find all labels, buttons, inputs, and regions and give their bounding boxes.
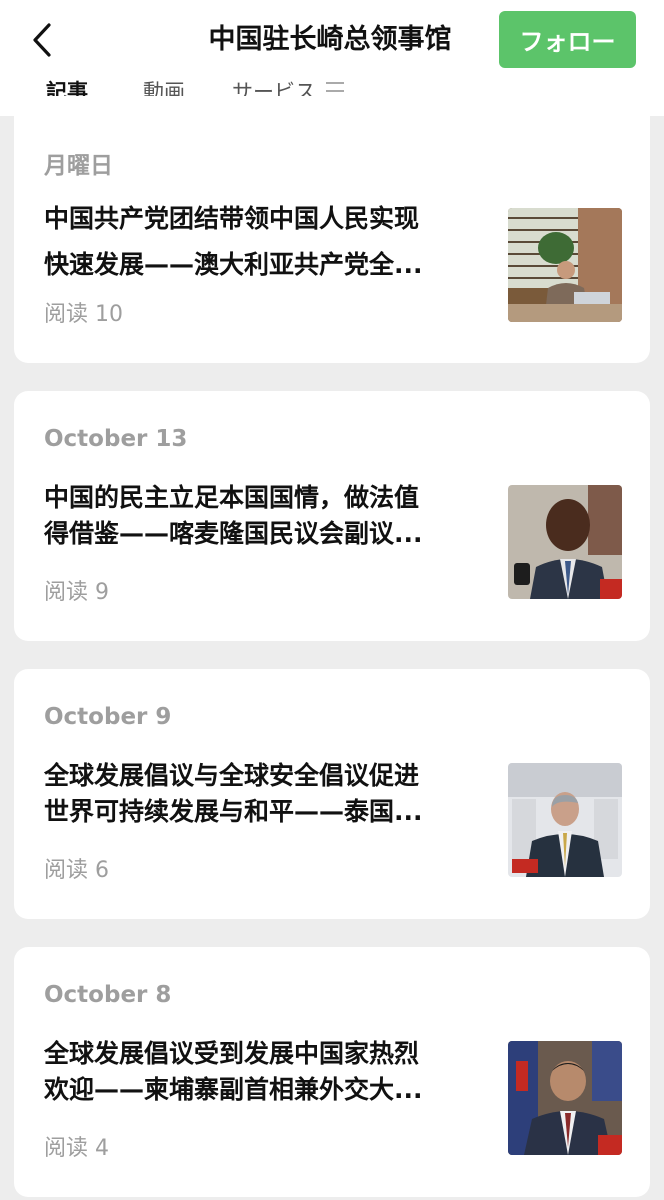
article-title-line: 得借鉴——喀麦隆国民议会副议... [44,519,423,548]
thumbnail-image [508,485,622,599]
article-date: October 8 [44,982,172,1008]
read-count: 阅读 9 [44,580,109,605]
page-title: 中国驻长崎总领事馆 [208,24,452,55]
article-thumbnail[interactable] [508,1041,622,1155]
article-title-line: 快速发展——澳大利亚共产党全... [44,250,423,279]
article-title-line: 全球发展倡议受到发展中国家热烈 [44,1039,420,1068]
thumbnail-image [508,1041,622,1155]
article-title-line: 世界可持续发展与和平——泰国... [44,797,423,826]
article-title[interactable]: 全球发展倡议与全球安全倡议促进 世界可持续发展与和平——泰国... [44,761,484,827]
thumbnail-image [508,208,622,322]
article-title[interactable]: 中国共产党团结带领中国人民实现 快速发展——澳大利亚共产党全... [44,204,484,280]
article-thumbnail[interactable] [508,763,622,877]
article-date: October 13 [44,426,188,452]
article-card[interactable]: October 9 全球发展倡议与全球安全倡议促进 世界可持续发展与和平——泰国… [14,669,650,919]
article-card[interactable]: October 8 全球发展倡议受到发展中国家热烈 欢迎——柬埔寨副首相兼外交大… [14,947,650,1197]
article-thumbnail[interactable] [508,208,622,322]
article-title-line: 全球发展倡议与全球安全倡议促进 [44,761,420,790]
article-card[interactable]: 月曜日 中国共产党团结带领中国人民实现 快速发展——澳大利亚共产党全... 阅读… [14,96,650,363]
article-date: 月曜日 [44,153,113,179]
article-card[interactable]: October 13 中国的民主立足本国国情，做法值 得借鉴——喀麦隆国民议会副… [14,391,650,641]
chevron-left-icon [33,23,51,57]
article-title-line: 中国的民主立足本国国情，做法值 [44,483,420,512]
back-button[interactable] [22,18,62,62]
article-title[interactable]: 全球发展倡议受到发展中国家热烈 欢迎——柬埔寨副首相兼外交大... [44,1039,484,1105]
article-title-line: 中国共产党团结带领中国人民实现 [44,204,420,233]
thumbnail-image [508,763,622,877]
read-count: 阅读 6 [44,858,109,883]
follow-button[interactable]: フォロー [499,11,636,68]
article-title-line: 欢迎——柬埔寨副首相兼外交大... [44,1075,423,1104]
read-count: 阅读 4 [44,1136,109,1161]
article-title[interactable]: 中国的民主立足本国国情，做法值 得借鉴——喀麦隆国民议会副议... [44,483,484,549]
article-thumbnail[interactable] [508,485,622,599]
article-date: October 9 [44,704,172,730]
read-count: 阅读 10 [44,302,123,327]
